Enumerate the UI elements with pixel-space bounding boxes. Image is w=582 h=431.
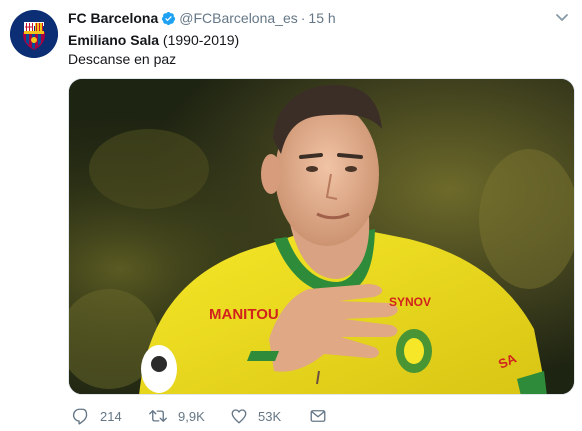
tweet-text-line-1: Emiliano Sala (1990-2019) <box>68 31 239 49</box>
handle[interactable]: @FCBarcelona_es <box>179 10 298 26</box>
fcb-crest-icon <box>10 10 58 58</box>
reply-icon <box>72 408 88 425</box>
retweet-icon <box>149 410 167 422</box>
chevron-down-icon[interactable] <box>554 9 570 29</box>
display-name[interactable]: FC Barcelona <box>68 10 158 26</box>
like-button[interactable]: 53K <box>230 405 281 427</box>
reply-button[interactable]: 214 <box>72 405 122 427</box>
tweet[interactable]: FC Barcelona @FCBarcelona_es · 15 h Emilian… <box>0 0 582 431</box>
retweet-button[interactable]: 9,9K <box>148 405 205 427</box>
tweet-header: FC Barcelona @FCBarcelona_es · 15 h <box>68 9 572 29</box>
tweet-text-line-2: Descanse en paz <box>68 51 177 67</box>
separator: · <box>300 10 306 26</box>
tweet-photo[interactable]: MANITOU SYNOV SA <box>68 78 575 395</box>
avatar[interactable] <box>10 10 58 58</box>
player-photo: MANITOU SYNOV SA <box>69 79 574 394</box>
timestamp[interactable]: 15 h <box>308 10 335 26</box>
tweet-text-name: Emiliano Sala <box>68 32 160 48</box>
shirt-sponsor-text: MANITOU <box>209 306 279 323</box>
retweet-count: 9,9K <box>178 408 205 424</box>
tweet-actions: 214 9,9K 53K <box>68 405 548 427</box>
verified-badge-icon <box>161 11 176 30</box>
nb-logo-icon <box>247 351 279 361</box>
reply-count: 214 <box>100 408 122 424</box>
envelope-icon <box>310 410 326 422</box>
like-count: 53K <box>258 408 282 424</box>
shirt-sponsor-right-text: SYNOV <box>389 295 431 309</box>
tweet-text-years: (1990-2019) <box>159 32 240 48</box>
heart-icon <box>231 409 247 424</box>
direct-message-button[interactable] <box>309 405 337 427</box>
